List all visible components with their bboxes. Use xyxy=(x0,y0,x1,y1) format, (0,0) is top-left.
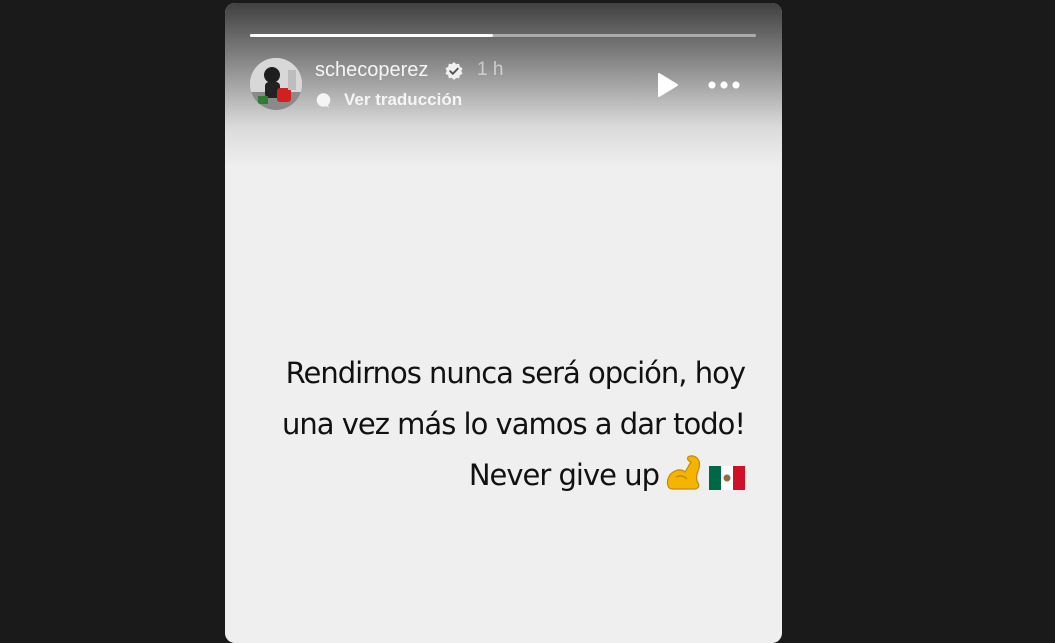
caption-line-3: Never give up xyxy=(265,450,745,501)
avatar-image xyxy=(250,58,302,110)
verified-badge-icon xyxy=(445,62,463,80)
more-options-icon[interactable] xyxy=(706,73,742,97)
story-caption: Rendirnos nunca será opción, hoy una vez… xyxy=(265,348,746,501)
flexed-biceps-icon xyxy=(666,455,700,490)
caption-line-3-text: Never give up xyxy=(468,458,660,492)
story-progress-bar xyxy=(250,34,756,37)
avatar[interactable] xyxy=(250,58,302,110)
post-timestamp: 1 h xyxy=(477,59,504,80)
story-progress-fill xyxy=(250,34,493,37)
mexico-flag-icon xyxy=(709,466,745,490)
caption-line-2: una vez más lo vamos a dar todo! xyxy=(281,407,746,441)
story-viewer[interactable]: schecoperez 1 h Ver traducción Rendirnos… xyxy=(225,3,782,643)
play-icon[interactable] xyxy=(653,71,681,99)
caption-line-1: Rendirnos nunca será opción, hoy xyxy=(285,356,746,390)
header-gradient xyxy=(225,3,782,168)
see-translation-button[interactable]: Ver traducción xyxy=(315,89,462,111)
translate-icon xyxy=(316,92,331,108)
see-translation-label: Ver traducción xyxy=(344,90,463,109)
username-link[interactable]: schecoperez xyxy=(315,59,428,82)
